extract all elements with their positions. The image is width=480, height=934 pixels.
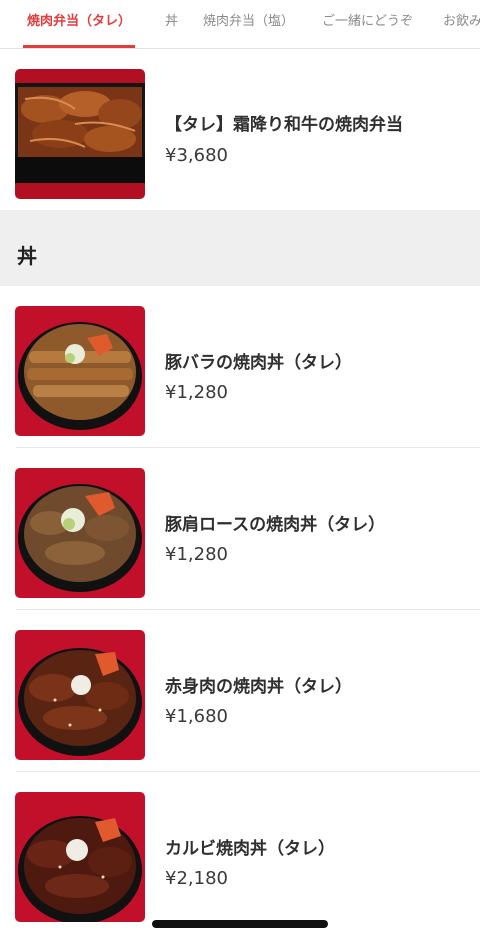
menu-item-name: 赤身肉の焼肉丼（タレ） bbox=[165, 677, 352, 697]
tab-label: 焼肉弁当（タレ） bbox=[27, 14, 132, 29]
tab-label: 丼 bbox=[165, 14, 179, 29]
menu-item-name: カルビ焼肉丼（タレ） bbox=[165, 839, 335, 859]
tab-yakiniku-bento-tare[interactable]: 焼肉弁当（タレ） bbox=[23, 0, 136, 48]
menu-item-pork-shoulder-don[interactable]: 豚肩ロースの焼肉丼（タレ） ¥1,280 bbox=[0, 448, 480, 610]
food-photo-icon bbox=[15, 306, 145, 436]
section-header-don: 丼 bbox=[0, 210, 480, 286]
food-photo-icon bbox=[15, 792, 145, 922]
menu-item-price: ¥2,180 bbox=[165, 868, 228, 889]
menu-item-wagyu-bento[interactable]: 【タレ】霜降り和牛の焼肉弁当 ¥3,680 bbox=[0, 48, 480, 210]
menu-item-lean-meat-don[interactable]: 赤身肉の焼肉丼（タレ） ¥1,680 bbox=[0, 610, 480, 772]
menu-item-price: ¥1,280 bbox=[165, 382, 228, 403]
tab-label: ご一緒にどうぞ bbox=[322, 14, 414, 29]
food-photo-icon bbox=[15, 630, 145, 760]
food-photo-icon bbox=[15, 468, 145, 598]
tab-drinks[interactable]: お飲み bbox=[443, 0, 480, 48]
category-tab-bar: 焼肉弁当（タレ） 丼 焼肉弁当（塩） ご一緒にどうぞ お飲み bbox=[0, 0, 480, 49]
tab-label: 焼肉弁当（塩） bbox=[203, 14, 295, 29]
menu-item-pork-belly-don[interactable]: 豚バラの焼肉丼（タレ） ¥1,280 bbox=[0, 286, 480, 448]
menu-item-price: ¥3,680 bbox=[165, 145, 228, 166]
food-photo-icon bbox=[15, 69, 145, 199]
menu-item-price: ¥1,680 bbox=[165, 706, 228, 727]
menu-item-kalbi-don[interactable]: カルビ焼肉丼（タレ） ¥2,180 bbox=[0, 772, 480, 934]
menu-item-name: 豚バラの焼肉丼（タレ） bbox=[165, 353, 352, 373]
menu-item-name: 【タレ】霜降り和牛の焼肉弁当 bbox=[165, 115, 403, 135]
tab-yakiniku-bento-shio[interactable]: 焼肉弁当（塩） bbox=[203, 0, 294, 48]
menu-item-name: 豚肩ロースの焼肉丼（タレ） bbox=[165, 515, 386, 535]
tab-side-dishes[interactable]: ご一緒にどうぞ bbox=[322, 0, 413, 48]
tab-label: お飲み bbox=[443, 14, 480, 29]
section-title: 丼 bbox=[17, 244, 37, 268]
tab-don[interactable]: 丼 bbox=[165, 0, 178, 48]
menu-item-price: ¥1,280 bbox=[165, 544, 228, 565]
home-indicator bbox=[152, 920, 328, 928]
